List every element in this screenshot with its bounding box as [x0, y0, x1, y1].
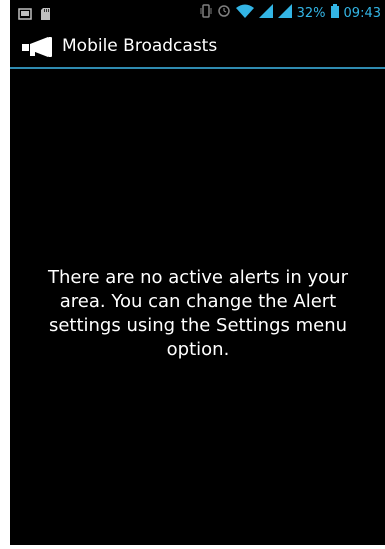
sd-card-icon [41, 5, 51, 24]
status-bar: 32% 09:43 [10, 0, 385, 27]
wifi-icon [235, 4, 254, 22]
app-title: Mobile Broadcasts [62, 36, 218, 56]
screenshot-icon [18, 5, 32, 24]
alarm-icon [217, 4, 231, 22]
battery-icon [330, 4, 339, 22]
clock: 09:43 [343, 5, 381, 21]
empty-alerts-message: There are no active alerts in your area.… [48, 267, 348, 360]
system-status-area: 32% 09:43 [200, 4, 381, 22]
action-bar: Mobile Broadcasts [10, 27, 385, 69]
vibrate-icon [200, 4, 212, 22]
phone-screen: 32% 09:43 Mobile Broadcasts There are no… [10, 0, 385, 549]
signal-icon [258, 4, 273, 22]
signal-icon [277, 4, 292, 22]
battery-percent: 32% [296, 5, 326, 21]
megaphone-icon[interactable] [22, 35, 56, 59]
notification-area [18, 6, 51, 22]
screen-bottom-edge [0, 545, 385, 549]
